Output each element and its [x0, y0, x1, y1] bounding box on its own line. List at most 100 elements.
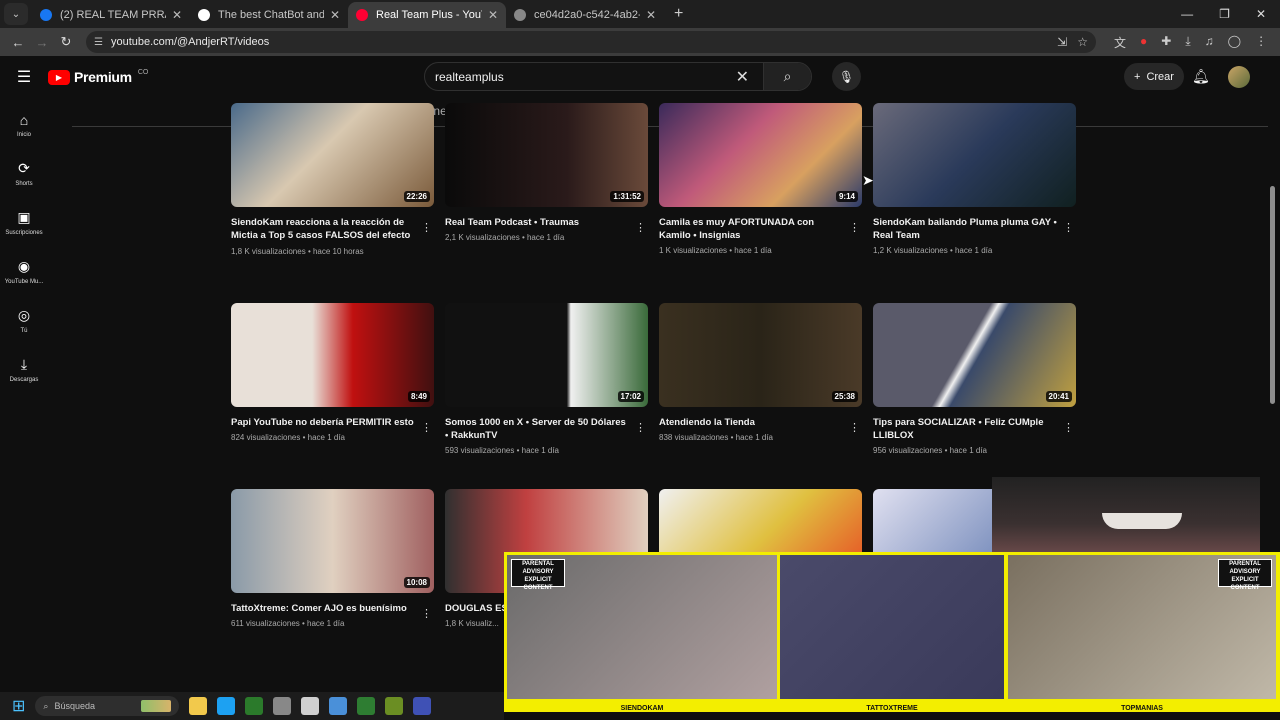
video-title[interactable]: SiendoKam reacciona a la reacción de Mic… — [231, 216, 434, 243]
video-meta: 956 visualizaciones • hace 1 día — [873, 446, 987, 455]
clear-search-icon[interactable]: ✕ — [736, 67, 749, 87]
more-actions-icon[interactable]: ⋮ — [849, 421, 860, 434]
more-actions-icon[interactable]: ⋮ — [635, 421, 646, 434]
video-thumbnail[interactable] — [873, 103, 1076, 207]
taskbar-app-icon[interactable] — [245, 697, 264, 715]
create-button[interactable]: + Crear — [1124, 63, 1184, 90]
browser-tab[interactable]: The best ChatBot and Widgets ✕ — [190, 2, 348, 28]
search-button[interactable]: ⌕ — [763, 63, 811, 90]
close-tab-icon[interactable]: ✕ — [330, 8, 340, 22]
video-card[interactable]: 10:08 TattoXtreme: Comer AJO es buenísimo… — [231, 489, 434, 628]
extension-icon[interactable]: ● — [1140, 34, 1147, 51]
taskbar-app-icon[interactable] — [385, 697, 404, 715]
more-actions-icon[interactable]: ⋮ — [1063, 421, 1074, 434]
reload-icon[interactable]: ↻ — [54, 34, 78, 50]
taskbar-app-icon[interactable] — [301, 697, 320, 715]
close-tab-icon[interactable]: ✕ — [488, 8, 498, 22]
bookmark-star-icon[interactable]: ☆ — [1077, 35, 1088, 49]
video-card[interactable]: 25:38 Atendiendo la Tienda ⋮ 838 visualiz… — [659, 303, 862, 442]
puzzle-icon[interactable]: ✚ — [1161, 34, 1171, 51]
taskbar-app-icon[interactable] — [329, 697, 348, 715]
browser-tab[interactable]: ce04d2a0-c542-4ab2-b27e-76e ✕ — [506, 2, 664, 28]
notifications-bell-icon[interactable]: 🔔︎ — [1192, 68, 1210, 85]
video-title[interactable]: Atendiendo la Tienda — [659, 416, 862, 429]
video-thumbnail[interactable]: 10:08 — [231, 489, 434, 593]
video-card[interactable]: 20:41 Tips para SOCIALIZAR • Feliz CUMple… — [873, 303, 1076, 455]
more-actions-icon[interactable]: ⋮ — [421, 607, 432, 620]
install-icon[interactable]: ⇲ — [1057, 35, 1067, 49]
browser-menu-icon[interactable]: ⋮ — [1255, 34, 1267, 51]
video-thumbnail[interactable]: 17:02 — [445, 303, 648, 407]
forward-icon[interactable]: → — [30, 35, 54, 50]
close-tab-icon[interactable]: ✕ — [172, 8, 182, 22]
back-icon[interactable]: ← — [6, 35, 30, 50]
page-scrollbar[interactable] — [1270, 186, 1275, 404]
tab-title: (2) REAL TEAM PRRASI | Facebo — [60, 9, 166, 21]
more-actions-icon[interactable]: ⋮ — [1063, 221, 1074, 234]
rail-item[interactable]: ▣ Suscripciones — [0, 198, 48, 247]
rail-item-label: Inicio — [16, 131, 31, 138]
view-count: 1,8 K visualiz... — [445, 619, 499, 628]
close-window-button[interactable]: ✕ — [1256, 7, 1266, 21]
taskbar-app-icon[interactable] — [189, 697, 208, 715]
minimize-button[interactable]: — — [1181, 7, 1193, 21]
more-actions-icon[interactable]: ⋮ — [635, 221, 646, 234]
translate-icon[interactable]: 文 — [1114, 34, 1126, 51]
video-thumbnail[interactable]: 9:14 — [659, 103, 862, 207]
video-title[interactable]: Camila es muy AFORTUNADA con Kamilo • In… — [659, 216, 862, 242]
video-title[interactable]: TattoXtreme: Comer AJO es buenísimo — [231, 602, 434, 615]
avatar[interactable] — [1228, 66, 1250, 88]
cam-label: TATTOXTREME — [866, 705, 918, 712]
youtube-play-icon: ▶ — [48, 69, 70, 85]
site-info-icon[interactable]: ☰ — [94, 37, 103, 48]
rail-item[interactable]: ⤓ Descargas — [0, 345, 48, 394]
youtube-music-icon: ◉ — [17, 258, 31, 274]
video-card[interactable]: 22:26 SiendoKam reacciona a la reacción d… — [231, 103, 434, 256]
video-title[interactable]: Real Team Podcast • Traumas — [445, 216, 648, 229]
guide-menu-icon[interactable]: ☰ — [0, 67, 48, 87]
new-tab-button[interactable]: + — [674, 5, 683, 23]
taskbar-app-icon[interactable] — [273, 697, 292, 715]
rail-item[interactable]: ⌂ Inicio — [0, 100, 48, 149]
browser-tab[interactable]: Real Team Plus - YouTube ✕ — [348, 2, 506, 28]
voice-search-button[interactable]: 🎙︎ — [832, 62, 861, 91]
search-highlight-image — [141, 700, 172, 712]
duration-badge: 9:14 — [835, 191, 858, 202]
video-title[interactable]: Papi YouTube no debería PERMITIR esto — [231, 416, 434, 429]
video-thumbnail[interactable]: 20:41 — [873, 303, 1076, 407]
video-thumbnail[interactable]: 25:38 — [659, 303, 862, 407]
video-thumbnail[interactable]: 1:31:52 — [445, 103, 648, 207]
media-icon[interactable]: ♫ — [1205, 34, 1214, 51]
more-actions-icon[interactable]: ⋮ — [421, 421, 432, 434]
taskbar-search[interactable]: ⌕ Búsqueda — [35, 696, 180, 716]
video-title[interactable]: Tips para SOCIALIZAR • Feliz CUMple LLIB… — [873, 416, 1076, 442]
more-actions-icon[interactable]: ⋮ — [421, 221, 432, 234]
video-thumbnail[interactable]: 8:49 — [231, 303, 434, 407]
taskbar-app-icon[interactable] — [413, 697, 432, 715]
windows-start-icon[interactable]: ⊞ — [12, 696, 25, 716]
video-title[interactable]: SiendoKam bailando Pluma pluma GAY • Rea… — [873, 216, 1076, 242]
rail-item[interactable]: ⟳ Shorts — [0, 149, 48, 198]
video-title[interactable]: Somos 1000 en X • Server de 50 Dólares •… — [445, 416, 648, 442]
restore-button[interactable]: ❐ — [1219, 7, 1230, 21]
video-thumbnail[interactable]: 22:26 — [231, 103, 434, 207]
rail-item[interactable]: ◎ Tú — [0, 296, 48, 345]
video-card[interactable]: 8:49 Papi YouTube no debería PERMITIR est… — [231, 303, 434, 442]
video-card[interactable]: 17:02 Somos 1000 en X • Server de 50 Dóla… — [445, 303, 648, 455]
more-actions-icon[interactable]: ⋮ — [849, 221, 860, 234]
search-input[interactable]: realteamplus — [435, 70, 736, 84]
download-icon[interactable]: ⤓ — [1185, 34, 1190, 51]
tab-search-button[interactable]: ⌄ — [4, 3, 28, 25]
browser-tab[interactable]: (2) REAL TEAM PRRASI | Facebo ✕ — [32, 2, 190, 28]
address-bar[interactable]: ☰ youtube.com/@AndjerRT/videos ⇲ ☆ — [86, 31, 1096, 53]
video-card[interactable]: 9:14 Camila es muy AFORTUNADA con Kamilo … — [659, 103, 862, 255]
profile-icon[interactable]: ◯ — [1228, 34, 1241, 51]
video-card[interactable]: 1:31:52 Real Team Podcast • Traumas ⋮ 2,1… — [445, 103, 648, 242]
taskbar-app-icon[interactable] — [217, 697, 236, 715]
youtube-premium-logo[interactable]: ▶ Premium CO — [48, 69, 148, 85]
rail-item[interactable]: ◉ YouTube Mu... — [0, 247, 48, 296]
close-tab-icon[interactable]: ✕ — [646, 8, 656, 22]
rail-item-label: Descargas — [9, 377, 39, 383]
taskbar-app-icon[interactable] — [357, 697, 376, 715]
video-card[interactable]: SiendoKam bailando Pluma pluma GAY • Rea… — [873, 103, 1076, 255]
